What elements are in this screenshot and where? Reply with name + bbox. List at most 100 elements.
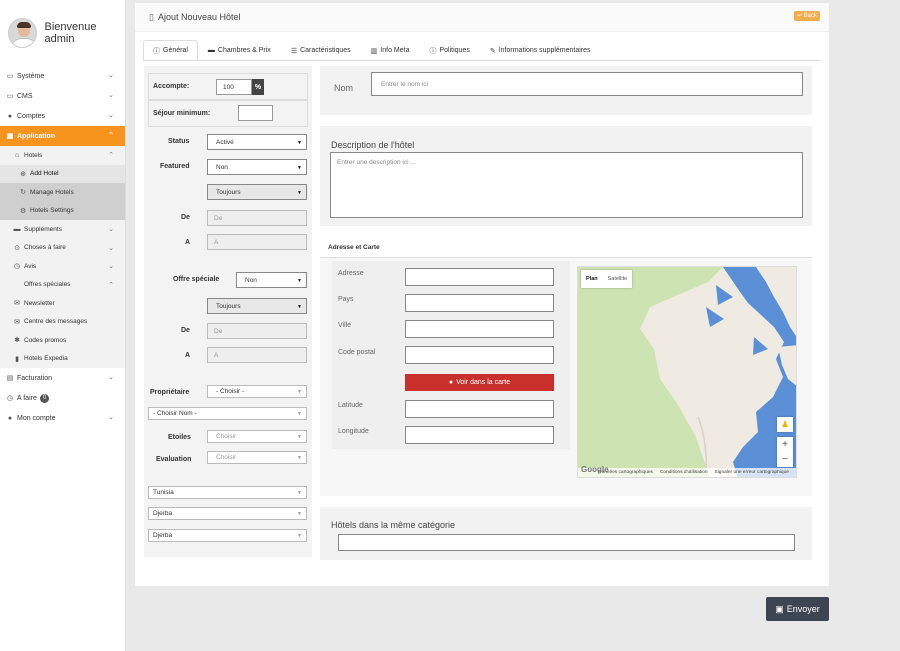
- zip-input[interactable]: [405, 346, 554, 364]
- chevron-up-icon: ⌃: [108, 152, 114, 159]
- map-report-link[interactable]: Signaler une erreur cartographique: [715, 470, 789, 475]
- featured-select[interactable]: Non ▼: [207, 159, 307, 175]
- sidebar-item-label: Manage Hotels: [30, 188, 74, 196]
- chevron-down-icon: ⌄: [108, 374, 114, 381]
- featured-from-input[interactable]: De: [207, 210, 307, 226]
- sidebar-item-manage-hotels[interactable]: ↻ Manage Hotels: [0, 183, 125, 202]
- application-submenu: ⌂ Hotels ⌃ ⊕ Add Hotel ↻ Manage Hotels ⚙ Hote…: [0, 146, 125, 368]
- owner-select[interactable]: - Choisir - ▼: [207, 385, 307, 398]
- map-terms-link[interactable]: Conditions d'utilisation: [660, 470, 708, 475]
- map-type-satellite[interactable]: Satellite: [603, 270, 633, 288]
- map-canvas[interactable]: [578, 267, 797, 478]
- tab-general[interactable]: ⓘ Général: [143, 40, 198, 60]
- stars-value: Choisir: [216, 433, 237, 440]
- view-on-map-button[interactable]: ● Voir dans la carte: [405, 374, 554, 391]
- country-value: Tunisia: [153, 489, 174, 496]
- sidebar-item-offres-speciales[interactable]: Offres spéciales ⌃: [0, 276, 125, 295]
- special-to-input[interactable]: A: [207, 347, 307, 363]
- sidebar-item-add-hotel[interactable]: ⊕ Add Hotel: [0, 164, 125, 183]
- tab-info-meta[interactable]: ▥ Info Meta: [361, 40, 420, 60]
- tab-informations-supplementaires[interactable]: ✎ Informations supplémentaires: [480, 40, 601, 60]
- name-section: Nom Entrer le nom ici: [320, 66, 812, 115]
- map-type-plan[interactable]: Plan: [581, 270, 603, 288]
- sidebar-item-application[interactable]: ▦ Application ⌃: [0, 126, 125, 146]
- user-icon: ●: [7, 112, 13, 120]
- sidebar-item-systeme[interactable]: ▭ Système ⌄: [0, 66, 125, 86]
- country-select[interactable]: Tunisia ▼: [148, 486, 307, 499]
- sidebar-item-centre-messages[interactable]: ✉ Centre des messages: [0, 313, 125, 332]
- sidebar-item-hotels-settings[interactable]: ⚙ Hotels Settings: [0, 202, 125, 221]
- special-from-input[interactable]: De: [207, 323, 307, 339]
- deposit-input[interactable]: 100: [216, 79, 252, 95]
- city-input[interactable]: [405, 320, 554, 338]
- tab-caracteristiques[interactable]: ☰ Caractéristiques: [281, 40, 361, 60]
- name-select[interactable]: - Choisir Nom - ▼: [148, 407, 307, 420]
- map-widget[interactable]: Plan Satellite ♟ + − Données cartographi…: [577, 266, 797, 478]
- city-select[interactable]: Djerba ▼: [148, 529, 307, 542]
- related-hotels-input[interactable]: [338, 534, 795, 551]
- sidebar-item-newsletter[interactable]: ✉ Newsletter: [0, 294, 125, 313]
- clock-icon: ◷: [6, 395, 14, 402]
- longitude-input[interactable]: [405, 426, 554, 444]
- welcome-text: Bienvenue admin: [44, 21, 97, 45]
- tab-politiques[interactable]: ⓘ Politiques: [419, 40, 479, 60]
- zoom-in-button[interactable]: +: [777, 437, 793, 452]
- caret-down-icon: ▼: [297, 140, 302, 146]
- tab-chambres-prix[interactable]: ▬ Chambres & Prix: [198, 40, 281, 60]
- sidebar-item-facturation[interactable]: ▤ Facturation ⌄: [0, 368, 125, 388]
- featured-period-select[interactable]: Toujours ▼: [207, 184, 307, 200]
- sidebar-item-choses-a-faire[interactable]: ⊙ Choses à faire ⌄: [0, 239, 125, 258]
- pegman-icon[interactable]: ♟: [777, 417, 793, 432]
- special-offer-select[interactable]: Non ▼: [236, 272, 307, 288]
- clock-icon: ◷: [13, 263, 21, 271]
- min-stay-input[interactable]: [238, 105, 273, 121]
- sidebar-item-mon-compte[interactable]: ● Mon compte ⌄: [0, 408, 125, 428]
- sidebar-item-label: A faire: [17, 394, 37, 402]
- user-profile: Bienvenue admin: [0, 0, 125, 66]
- monitor-icon: ▭: [6, 73, 14, 80]
- sidebar-item-codes-promos[interactable]: ✱ Codes promos: [0, 331, 125, 350]
- latitude-input[interactable]: [405, 400, 554, 418]
- chart-icon: ▥: [370, 47, 378, 55]
- sidebar-item-label: Codes promos: [24, 336, 67, 344]
- featured-to-input[interactable]: A: [207, 234, 307, 250]
- city-label: Ville: [338, 322, 352, 329]
- sidebar-item-avis[interactable]: ◷ Avis ⌄: [0, 257, 125, 276]
- sidebar-item-label: Hotels Expedia: [24, 355, 68, 363]
- zip-label: Code postal: [338, 349, 376, 356]
- description-section: Description de l'hôtel Entrer une descri…: [320, 126, 812, 226]
- sidebar-item-label: Hotels Settings: [30, 207, 74, 215]
- rating-select[interactable]: Choisir ▼: [207, 451, 307, 464]
- zoom-out-button[interactable]: −: [777, 452, 793, 467]
- submit-button[interactable]: ▣ Envoyer: [766, 597, 829, 621]
- sidebar-item-label: Hotels: [24, 151, 43, 159]
- region-value: Djerba: [153, 510, 173, 517]
- todo-count-badge: 0: [39, 393, 50, 403]
- related-hotels-title: Hôtels dans la même catégorie: [331, 520, 456, 530]
- name-label: Nom: [334, 83, 354, 93]
- owner-value: - Choisir -: [216, 388, 245, 395]
- back-button[interactable]: ↩ Back: [793, 11, 820, 21]
- address-input[interactable]: [405, 268, 554, 286]
- country-input[interactable]: [405, 294, 554, 312]
- card-icon: ▬: [13, 225, 21, 233]
- region-select[interactable]: Djerba ▼: [148, 507, 307, 520]
- sidebar-item-supplements[interactable]: ▬ Suppléments ⌄: [0, 220, 125, 239]
- sidebar-item-hotels-expedia[interactable]: ▮ Hotels Expedia: [0, 350, 125, 369]
- user-icon: ●: [7, 414, 13, 422]
- status-select[interactable]: Activé ▼: [207, 134, 307, 150]
- sidebar-item-label: Offres spéciales: [24, 281, 71, 289]
- sidebar-item-comptes[interactable]: ● Comptes ⌄: [0, 106, 125, 126]
- view-on-map-label: Voir dans la carte: [456, 379, 511, 386]
- description-title: Description de l'hôtel: [331, 140, 415, 150]
- stars-select[interactable]: Choisir ▼: [207, 430, 307, 443]
- caret-down-icon: ▼: [297, 511, 302, 517]
- special-period-select[interactable]: Toujours ▼: [207, 298, 307, 314]
- special-offer-value: Non: [245, 276, 257, 284]
- description-textarea[interactable]: Entrer une description ici ...: [330, 152, 803, 218]
- sidebar-item-hotels[interactable]: ⌂ Hotels ⌃: [0, 146, 125, 165]
- avatar[interactable]: [8, 18, 37, 48]
- hotel-name-input[interactable]: Entrer le nom ici: [371, 72, 803, 96]
- sidebar-item-cms[interactable]: ▭ CMS ⌄: [0, 86, 125, 106]
- sidebar-item-a-faire[interactable]: ◷ A faire 0: [0, 388, 125, 408]
